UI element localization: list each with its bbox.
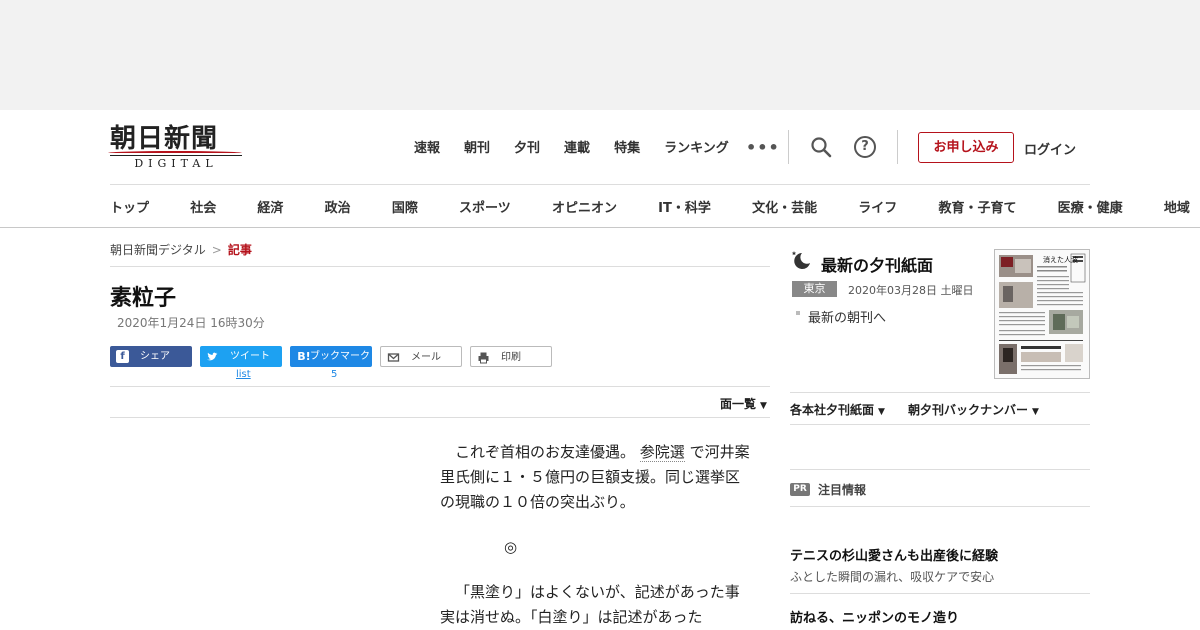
divider [110,386,770,387]
divider [790,469,1090,470]
breadcrumb-separator: > [211,243,222,257]
nav-item-morning[interactable]: 朝刊 [464,137,490,156]
print-button[interactable]: 印刷 [470,346,552,367]
page-list-label: 面一覧 [720,397,757,411]
facebook-icon: f [116,350,129,363]
logo-subtitle: DIGITAL [110,155,242,170]
breadcrumb: 朝日新聞デジタル > 記事 [110,241,252,258]
category-item-opinion[interactable]: オピニオン [552,197,617,216]
share-label: シェア [140,351,170,362]
article-paragraph: これぞ首相のお友達優遇。 参院選 で河井案里氏側に１・５億円の巨額支援。同じ選挙… [440,440,750,515]
mail-icon [387,353,400,362]
site-header: 朝日新聞 DIGITAL 速報 朝刊 夕刊 連載 特集 ランキング ••• ? … [0,110,1200,228]
page-list-dropdown[interactable]: 面一覧 ▼ [720,395,767,412]
newspaper-headline: 消えた人波 [1043,255,1078,264]
nav-item-series[interactable]: 連載 [564,137,590,156]
pr-item-title[interactable]: 訪ねる、ニッポンのモノ造り [790,607,959,626]
newspaper-page-image: 消えた人波 [995,250,1089,378]
article-paragraph: 「黒塗り」はよくないが、記述があった事実は消せぬ。「白塗り」は記述があった [440,583,740,626]
latest-morning-link[interactable]: 最新の朝刊へ [808,307,886,326]
header-separator [110,184,1090,185]
breadcrumb-current: 記事 [227,243,252,257]
dropdown-label: 朝夕刊バックナンバー [908,403,1029,417]
nav-item-breaking[interactable]: 速報 [414,137,440,156]
divider [790,593,1090,594]
advertisement-area [0,0,1200,110]
header-divider [897,130,898,164]
nav-item-evening[interactable]: 夕刊 [514,137,540,156]
mail-label: メール [411,352,441,363]
article-body: これぞ首相のお友達優遇。 参院選 で河井案里氏側に１・５億円の巨額支援。同じ選挙… [440,440,750,630]
pr-badge: PR [790,483,810,496]
print-label: 印刷 [501,352,521,363]
dropdown-label: 各本社夕刊紙面 [790,403,875,417]
twitter-bird-icon [207,352,218,361]
tweet-label: ツイート [230,351,270,362]
category-item-society[interactable]: 社会 [190,197,216,216]
bookmark-label: ブックマーク [310,351,370,362]
category-item-top[interactable]: トップ [110,197,149,216]
category-item-it-science[interactable]: IT・科学 [658,197,711,216]
evening-edition-title[interactable]: 最新の夕刊紙面 [821,252,933,276]
keyword-link[interactable]: 参院選 [639,443,685,462]
bookmark-count[interactable]: 5 [331,369,337,380]
page-title: 素粒子 [110,286,177,311]
moon-icon [791,251,810,269]
article-date: 2020年1月24日 16時30分 [117,316,265,330]
section-mark: ◎ [504,538,518,556]
login-link[interactable]: ログイン [1024,139,1076,158]
pr-item-subtitle[interactable]: ふとした瞬間の漏れ、吸収ケアで安心 [790,568,994,585]
caret-down-icon: ▼ [1032,407,1039,417]
paragraph-text: これぞ首相のお友達優遇。 [455,443,636,461]
category-item-culture[interactable]: 文化・芸能 [752,197,817,216]
category-item-sports[interactable]: スポーツ [459,197,511,216]
breadcrumb-home[interactable]: 朝日新聞デジタル [110,243,206,257]
category-item-education[interactable]: 教育・子育て [938,197,1016,216]
help-icon[interactable]: ? [854,136,876,158]
divider [790,506,1090,507]
divider [110,266,770,267]
search-icon[interactable] [810,136,832,158]
category-item-politics[interactable]: 政治 [325,197,351,216]
logo-title: 朝日新聞 [110,124,219,154]
printer-icon [478,352,489,364]
nav-item-ranking[interactable]: ランキング [664,137,729,156]
category-nav: トップ 社会 経済 政治 国際 スポーツ オピニオン IT・科学 文化・芸能 ラ… [110,197,1200,216]
category-item-region[interactable]: 地域 [1164,197,1190,216]
caret-down-icon: ▼ [760,401,767,411]
tweet-count[interactable]: list [236,369,251,380]
newspaper-thumbnail[interactable]: 消えた人波 [994,249,1090,379]
back-numbers-dropdown[interactable]: 朝夕刊バックナンバー ▼ [908,401,1039,418]
twitter-share-button[interactable]: ツイート [200,346,282,367]
top-nav: 速報 朝刊 夕刊 連載 特集 ランキング [414,137,753,156]
more-menu-icon[interactable]: ••• [746,138,780,157]
nav-item-features[interactable]: 特集 [614,137,640,156]
edition-date: 2020年03月28日 土曜日 [848,284,974,297]
divider [110,417,770,418]
pr-section-title: 注目情報 [818,483,867,497]
category-item-economy[interactable]: 経済 [257,197,283,216]
header-divider [788,130,789,164]
subscribe-button[interactable]: お申し込み [918,132,1014,163]
divider [790,392,1090,393]
hatena-bookmark-button[interactable]: B! ブックマーク [290,346,372,367]
pr-item-title[interactable]: テニスの杉山愛さんも出産後に経験 [790,545,998,564]
regional-editions-dropdown[interactable]: 各本社夕刊紙面 ▼ [790,401,885,418]
caret-down-icon: ▼ [878,407,885,417]
facebook-share-button[interactable]: f シェア [110,346,192,367]
category-item-life[interactable]: ライフ [858,197,897,216]
location-badge: 東京 [792,281,837,297]
divider [790,424,1090,425]
category-item-health[interactable]: 医療・健康 [1058,197,1123,216]
mail-share-button[interactable]: メール [380,346,462,367]
bullet [796,311,800,315]
site-logo[interactable]: 朝日新聞 DIGITAL [108,124,242,170]
category-item-international[interactable]: 国際 [392,197,418,216]
